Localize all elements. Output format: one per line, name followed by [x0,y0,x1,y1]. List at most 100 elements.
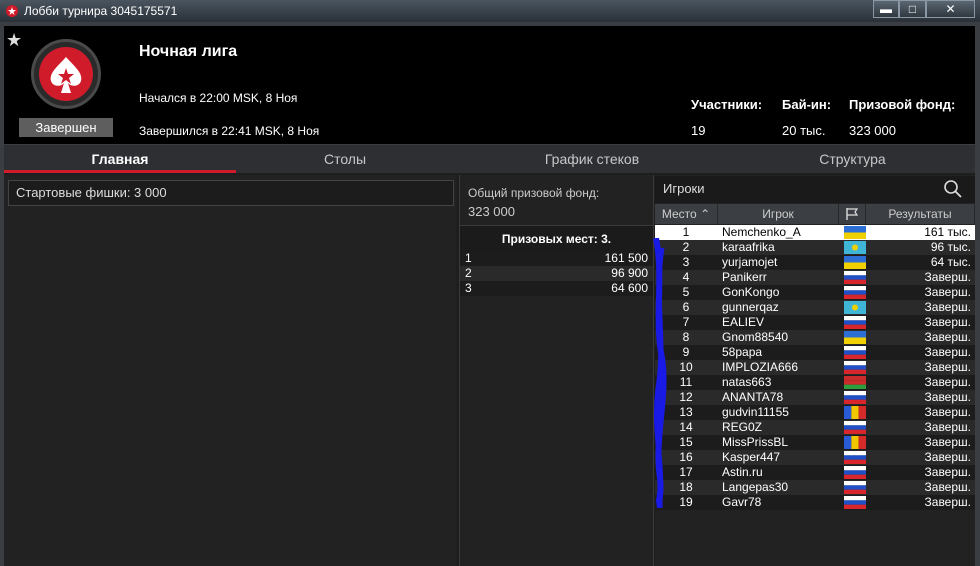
table-row[interactable]: 3 yurjamojet 64 тыс. [655,255,975,270]
country-flag-icon [844,421,866,434]
table-row[interactable]: 1 Nemchenko_A 161 тыс. [655,225,975,240]
participants-label: Участники: [691,97,763,112]
window-title: Лобби турнира 3045175571 [24,4,178,18]
table-row[interactable]: 9 58papa Заверш. [655,345,975,360]
player-result: Заверш. [924,465,971,479]
country-flag-icon [844,376,866,389]
player-result: Заверш. [924,480,971,494]
country-flag-icon [844,301,866,314]
player-result: Заверш. [924,330,971,344]
prize-amount: 96 900 [611,266,648,280]
player-name: Panikerr [722,270,767,284]
table-row[interactable]: 4 Panikerr Заверш. [655,270,975,285]
total-prizepool-label: Общий призовой фонд: [468,186,600,200]
player-name: natas663 [722,375,772,389]
table-row[interactable]: 6 gunnerqaz Заверш. [655,300,975,315]
buyin-label: Бай-ин: [782,97,832,112]
buyin-value: 20 тыс. [782,123,826,138]
maximize-button[interactable]: □ [899,0,926,18]
country-flag-icon [844,286,866,299]
country-flag-icon [844,256,866,269]
column-header-country[interactable] [839,204,866,224]
table-row[interactable]: 2 karaafrika 96 тыс. [655,240,975,255]
table-row[interactable]: 10 IMPLOZIA666 Заверш. [655,360,975,375]
player-result: 96 тыс. [930,240,971,254]
player-name: karaafrika [722,240,775,254]
table-row[interactable]: 5 GonKongo Заверш. [655,285,975,300]
players-search[interactable]: Игроки [655,176,975,203]
redaction-scribble [653,238,667,508]
table-row[interactable]: 7 EALIEV Заверш. [655,315,975,330]
prize-row: 1 161 500 [460,251,653,266]
country-flag-icon [844,331,866,344]
spade-star-icon [50,57,82,93]
country-flag-icon [844,241,866,254]
player-name: Astin.ru [722,465,763,479]
close-button[interactable]: ✕ [926,0,975,18]
player-name: Gavr78 [722,495,762,509]
sort-ascending-icon: ⌃ [700,207,711,221]
prize-row: 2 96 900 [460,266,653,281]
player-result: Заверш. [924,360,971,374]
tab-main[interactable]: Главная [4,145,236,173]
table-row[interactable]: 16 Kasper447 Заверш. [655,450,975,465]
country-flag-icon [844,316,866,329]
player-name: yurjamojet [722,255,778,269]
player-result: Заверш. [924,435,971,449]
player-name: GonKongo [722,285,780,299]
table-row[interactable]: 11 natas663 Заверш. [655,375,975,390]
favorite-star-icon[interactable]: ★ [6,30,22,51]
total-prizepool-value: 323 000 [468,204,515,219]
tab-structure[interactable]: Структура [730,145,975,173]
column-header-place[interactable]: Место ⌃ [655,204,718,224]
country-flag-icon [844,466,866,479]
tab-bar: Главная Столы График стеков Структура [4,145,975,173]
tab-stack-chart[interactable]: График стеков [454,145,730,173]
player-name: REG0Z [722,420,763,434]
player-name: gunnerqaz [722,300,779,314]
search-icon[interactable] [943,179,963,199]
prizepool-value: 323 000 [849,123,896,138]
player-name: Gnom88540 [722,330,789,344]
table-row[interactable]: 18 Langepas30 Заверш. [655,480,975,495]
info-pane [4,175,456,566]
country-flag-icon [844,391,866,404]
player-name: IMPLOZIA666 [722,360,799,374]
table-row[interactable]: 17 Astin.ru Заверш. [655,465,975,480]
player-result: Заверш. [924,390,971,404]
table-row[interactable]: 14 REG0Z Заверш. [655,420,975,435]
player-name: ANANTA78 [722,390,784,404]
country-flag-icon [844,346,866,359]
minimize-button[interactable]: ▬ [873,0,899,18]
table-row[interactable]: 8 Gnom88540 Заверш. [655,330,975,345]
prize-place: 1 [465,251,472,265]
window-titlebar: Лобби турнира 3045175571 [0,0,980,22]
prize-row: 3 64 600 [460,281,653,296]
country-flag-icon [844,451,866,464]
table-row[interactable]: 12 ANANTA78 Заверш. [655,390,975,405]
prize-place: 2 [465,266,472,280]
starting-chips: Стартовые фишки: 3 000 [8,180,454,206]
table-row[interactable]: 19 Gavr78 Заверш. [655,495,975,510]
status-badge: Завершен [19,118,113,137]
player-result: Заверш. [924,300,971,314]
player-result: Заверш. [924,270,971,284]
country-flag-icon [844,436,866,449]
players-search-label: Игроки [663,181,705,196]
prize-places-header: Призовых мест: 3. [460,225,653,251]
column-header-results[interactable]: Результаты [866,204,975,224]
tournament-name: Ночная лига [139,43,238,60]
player-result: Заверш. [924,315,971,329]
table-row[interactable]: 13 gudvin11155 Заверш. [655,405,975,420]
participants-value: 19 [691,123,706,138]
player-result: Заверш. [924,375,971,389]
flag-icon [846,208,859,220]
table-row[interactable]: 15 MissPrissBL Заверш. [655,435,975,450]
player-name: Langepas30 [722,480,789,494]
column-header-player[interactable]: Игрок [718,204,839,224]
tournament-badge [31,39,101,109]
player-name: MissPrissBL [722,435,789,449]
pokerstars-logo-icon [6,5,18,17]
country-flag-icon [844,406,866,419]
tab-tables[interactable]: Столы [236,145,454,173]
